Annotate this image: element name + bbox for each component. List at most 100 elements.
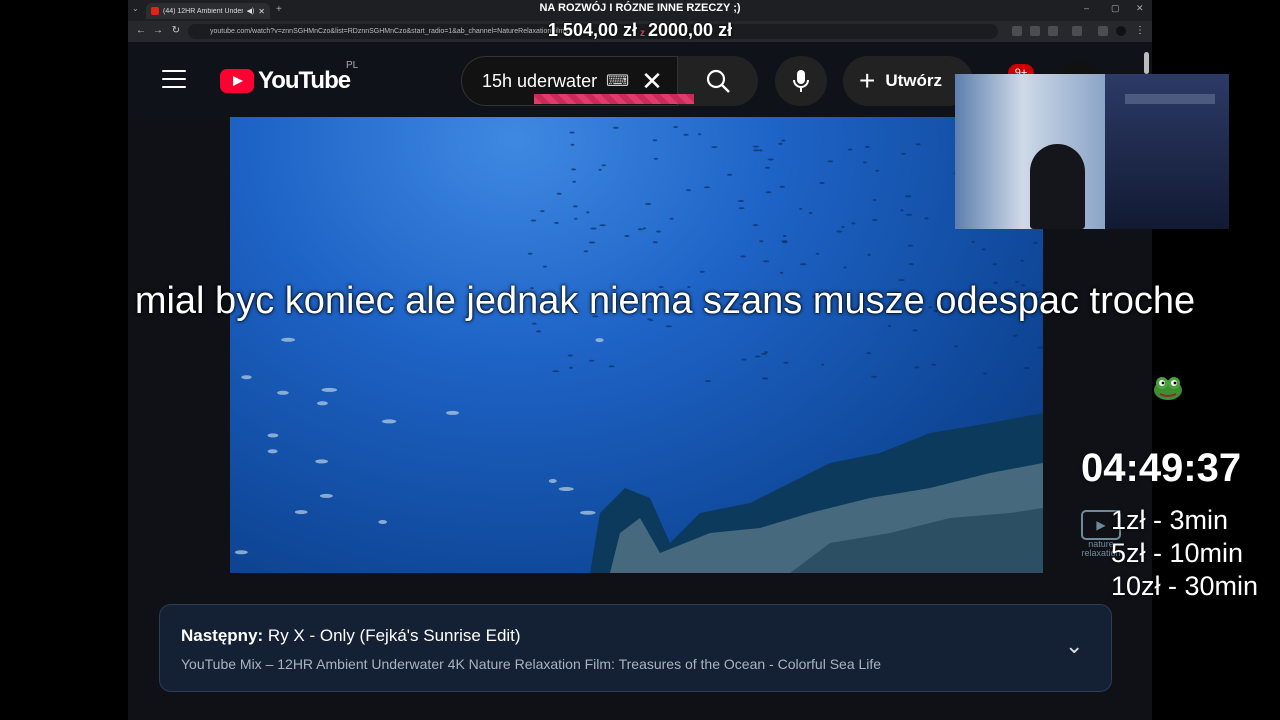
donation-goal-bar bbox=[534, 94, 694, 104]
fish bbox=[778, 142, 783, 145]
fish bbox=[808, 211, 813, 214]
fish bbox=[599, 224, 606, 227]
goal-current: 1 504,00 zł bbox=[547, 20, 637, 40]
fish bbox=[704, 380, 711, 383]
rate-item: 1zł - 3min bbox=[1111, 505, 1229, 535]
fish bbox=[568, 366, 573, 369]
fish bbox=[867, 253, 871, 256]
close-icon[interactable]: ✕ bbox=[641, 66, 663, 97]
goal-separator: z bbox=[640, 28, 645, 39]
fish bbox=[752, 224, 759, 227]
mic-icon bbox=[793, 70, 809, 92]
fish bbox=[981, 248, 986, 251]
fish bbox=[571, 168, 577, 171]
fish bbox=[900, 209, 904, 212]
fish bbox=[588, 359, 595, 362]
fish bbox=[870, 375, 878, 378]
fish bbox=[552, 370, 560, 373]
fish bbox=[669, 217, 674, 220]
fish bbox=[866, 352, 871, 355]
youtube-logo[interactable]: YouTube bbox=[220, 67, 351, 94]
fish bbox=[759, 240, 764, 243]
fish bbox=[971, 240, 975, 243]
fish bbox=[741, 358, 747, 361]
fish bbox=[847, 148, 853, 151]
search-icon bbox=[706, 69, 730, 93]
fish bbox=[673, 126, 678, 128]
fish bbox=[931, 363, 937, 366]
pepe-emote-icon bbox=[1154, 377, 1182, 400]
logo-text: YouTube bbox=[258, 67, 351, 94]
fish bbox=[556, 192, 562, 195]
fish bbox=[799, 207, 803, 210]
search-value: 15h uderwater bbox=[482, 70, 598, 91]
fish bbox=[905, 213, 913, 216]
fish bbox=[321, 387, 338, 392]
coral-reef bbox=[590, 413, 1043, 573]
fish bbox=[819, 182, 825, 184]
fish bbox=[815, 252, 820, 255]
fish bbox=[1023, 367, 1030, 369]
fish bbox=[542, 265, 547, 268]
fish bbox=[767, 158, 774, 161]
fish bbox=[863, 161, 867, 164]
fish bbox=[530, 219, 537, 222]
fish bbox=[665, 325, 672, 328]
fish bbox=[595, 338, 604, 343]
fish bbox=[752, 149, 760, 152]
next-up-card[interactable]: Następny: Ry X - Only (Fejká's Sunrise E… bbox=[159, 604, 1112, 692]
youtube-logo-icon bbox=[220, 69, 254, 93]
goal-target: 2000,00 zł bbox=[648, 20, 733, 40]
scrollbar-thumb[interactable] bbox=[1144, 52, 1149, 74]
fish bbox=[612, 126, 619, 129]
create-button[interactable]: + Utwórz bbox=[843, 56, 973, 106]
fish bbox=[699, 270, 705, 273]
plus-icon: + bbox=[859, 65, 876, 96]
fish bbox=[586, 211, 590, 214]
fish bbox=[924, 217, 929, 220]
fish bbox=[683, 133, 689, 136]
fish bbox=[843, 266, 847, 269]
fish bbox=[781, 139, 786, 142]
fish bbox=[704, 186, 710, 189]
fish bbox=[782, 241, 788, 244]
fish bbox=[914, 366, 920, 369]
fish bbox=[1020, 259, 1024, 262]
fish bbox=[887, 325, 892, 328]
fish bbox=[609, 365, 615, 368]
voice-search-button[interactable] bbox=[775, 56, 827, 106]
fish bbox=[875, 169, 880, 172]
fish bbox=[759, 149, 763, 152]
fish bbox=[783, 361, 789, 364]
keyboard-icon[interactable]: ⌨ bbox=[606, 71, 629, 91]
donation-goal-text: NA ROZWÓJ I RÓZNE INNE RZECZY ;) bbox=[539, 2, 741, 14]
fish bbox=[752, 145, 760, 148]
fish bbox=[764, 166, 770, 169]
fish bbox=[992, 263, 998, 266]
menu-icon[interactable] bbox=[162, 70, 186, 90]
fish bbox=[642, 227, 647, 230]
fish bbox=[624, 235, 630, 237]
fish bbox=[740, 255, 747, 258]
fish bbox=[652, 241, 658, 244]
fish bbox=[738, 207, 745, 210]
fish bbox=[598, 168, 602, 171]
chevron-down-icon[interactable]: ⌄ bbox=[1065, 633, 1083, 659]
fish bbox=[764, 351, 768, 354]
donation-goal-amounts: 1 504,00 zł z 2000,00 zł bbox=[0, 20, 1280, 41]
fish bbox=[572, 180, 576, 183]
fish bbox=[912, 329, 918, 332]
rate-item: 10zł - 30min bbox=[1111, 571, 1259, 601]
fish bbox=[761, 352, 767, 355]
video-player[interactable] bbox=[230, 117, 1043, 573]
fish bbox=[916, 143, 921, 146]
fish bbox=[645, 203, 652, 205]
fish bbox=[698, 133, 702, 136]
fish bbox=[567, 354, 573, 357]
next-label: Następny: bbox=[181, 626, 264, 645]
fish bbox=[711, 146, 718, 149]
rate-item: 5zł - 10min bbox=[1111, 538, 1244, 568]
fish bbox=[572, 205, 578, 208]
create-label: Utwórz bbox=[885, 71, 943, 90]
fish bbox=[554, 221, 559, 224]
